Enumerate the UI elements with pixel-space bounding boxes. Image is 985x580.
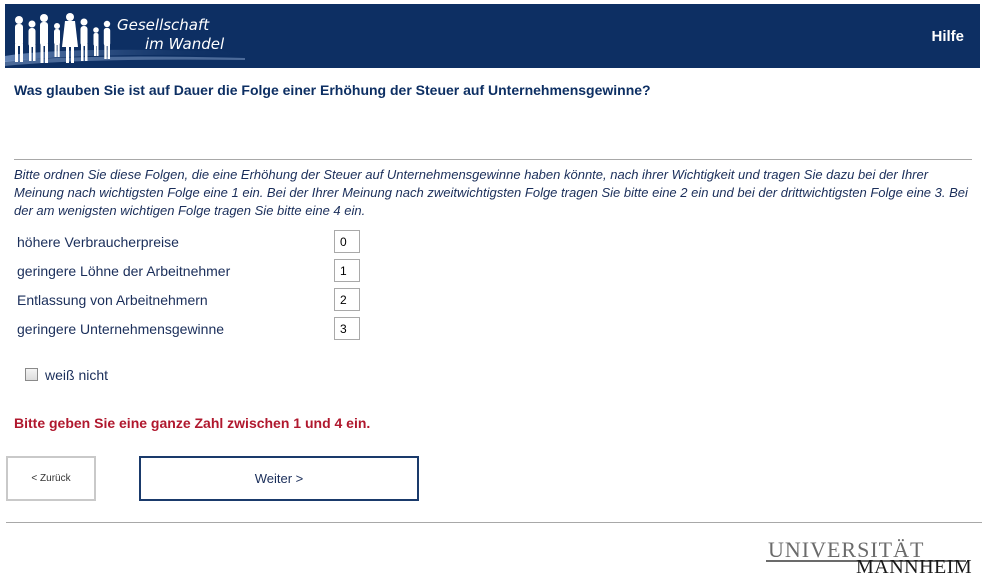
next-button[interactable]: Weiter > — [139, 456, 419, 501]
ranking-label: Entlassung von Arbeitnehmern — [17, 292, 208, 308]
question-text: Was glauben Sie ist auf Dauer die Folge … — [14, 82, 651, 98]
rank-input-lower-profits[interactable] — [334, 317, 360, 340]
header-bar: Gesellschaft im Wandel Hilfe — [5, 4, 980, 68]
help-link[interactable]: Hilfe — [931, 28, 964, 45]
university-name-line-2: MANNHEIM — [856, 556, 973, 578]
ranking-row: höhere Verbraucherpreise — [17, 228, 377, 257]
university-logo: UNIVERSITÄT MANNHEIM — [766, 537, 973, 578]
rank-input-lower-wages[interactable] — [334, 259, 360, 282]
ranking-label: geringere Unternehmensgewinne — [17, 321, 225, 337]
dont-know-checkbox[interactable] — [25, 368, 38, 381]
rank-input-consumer-prices[interactable] — [334, 230, 360, 253]
ranking-row: geringere Unternehmensgewinne — [17, 315, 377, 344]
ranking-row: Entlassung von Arbeitnehmern — [17, 286, 377, 315]
ranking-label: höhere Verbraucherpreise — [17, 234, 179, 250]
logo-line-1: Gesellschaft — [117, 16, 210, 34]
divider — [14, 159, 972, 160]
ranking-list: höhere Verbraucherpreise geringere Löhne… — [17, 228, 377, 344]
rank-input-layoffs[interactable] — [334, 288, 360, 311]
ranking-row: geringere Löhne der Arbeitnehmer — [17, 257, 377, 286]
error-message: Bitte geben Sie eine ganze Zahl zwischen… — [14, 415, 371, 431]
footer-divider — [6, 522, 982, 523]
back-button[interactable]: < Zurück — [6, 456, 96, 501]
dont-know-label[interactable]: weiß nicht — [45, 367, 108, 383]
people-silhouettes-logo — [15, 13, 111, 63]
logo-wordmark: Gesellschaft im Wandel — [117, 16, 224, 54]
logo-line-2: im Wandel — [145, 35, 225, 53]
ranking-label: geringere Löhne der Arbeitnehmer — [17, 263, 231, 279]
instruction-text: Bitte ordnen Sie diese Folgen, die eine … — [14, 167, 968, 218]
